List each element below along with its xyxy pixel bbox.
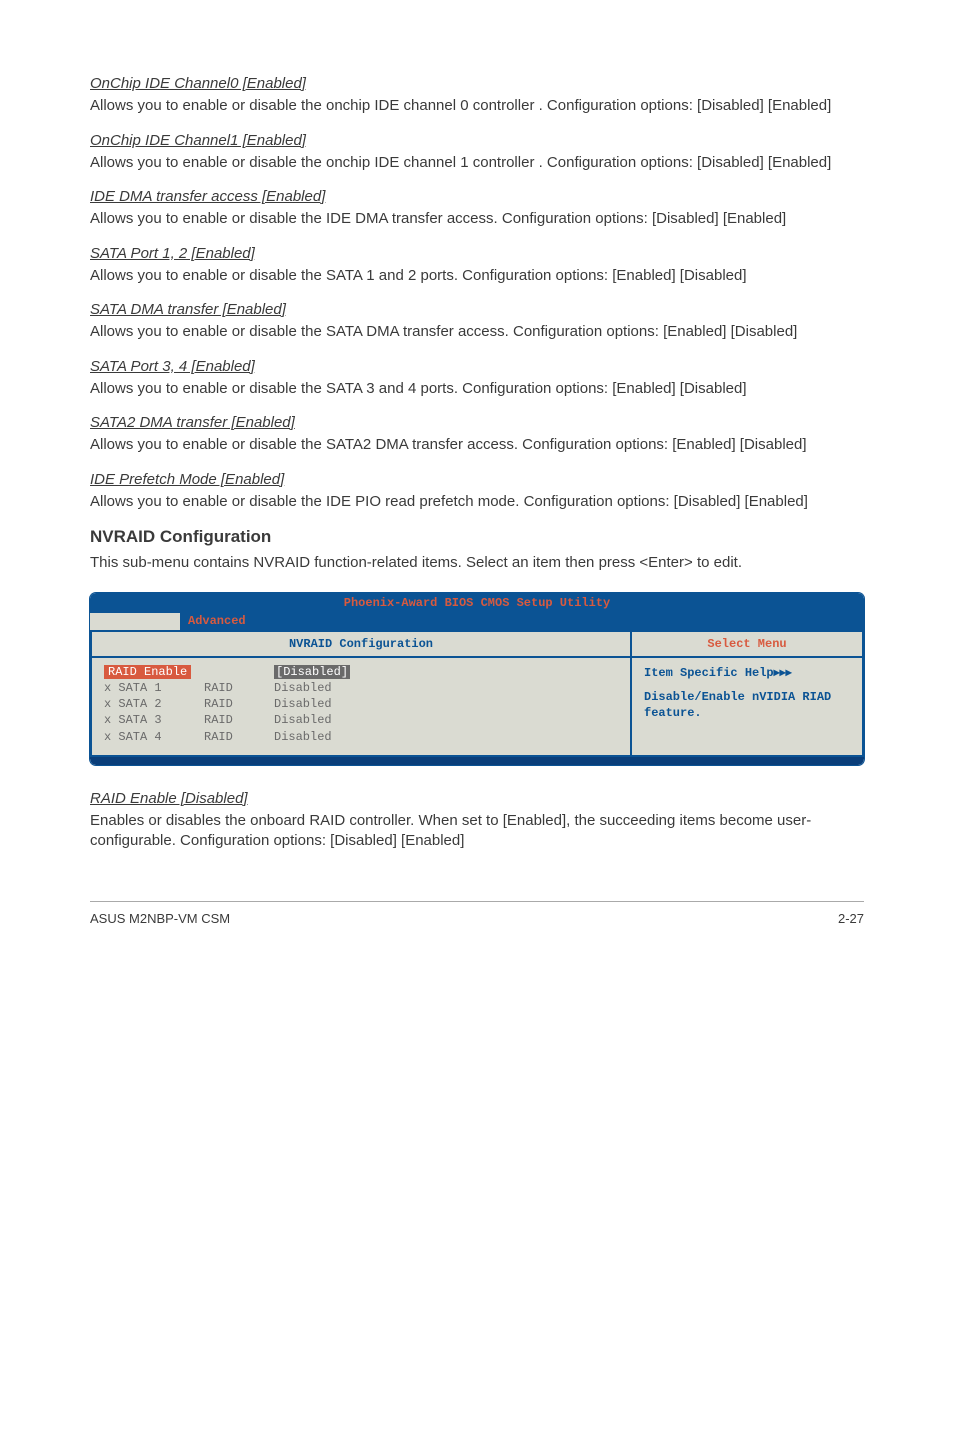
ide-prefetch-mode-body: Allows you to enable or disable the IDE …: [90, 492, 864, 512]
raid-enable-body: Enables or disables the onboard RAID con…: [90, 811, 864, 852]
bios-row-sata2-col3: Disabled: [274, 696, 434, 712]
bios-row-sata2-col1: x SATA 2: [104, 696, 204, 712]
sata-port-1-2-body: Allows you to enable or disable the SATA…: [90, 266, 864, 286]
bios-row-sata4-col3: Disabled: [274, 729, 434, 745]
raid-enable-label: RAID Enable: [104, 665, 191, 679]
bios-row-sata4-col2: RAID: [204, 729, 274, 745]
onchip-ide-channel0-body: Allows you to enable or disable the onch…: [90, 96, 864, 116]
onchip-ide-channel0-title: OnChip IDE Channel0 [Enabled]: [90, 74, 864, 94]
nvraid-configuration-intro: This sub-menu contains NVRAID function-r…: [90, 553, 864, 573]
ide-dma-transfer-title: IDE DMA transfer access [Enabled]: [90, 187, 864, 207]
sata2-dma-transfer-title: SATA2 DMA transfer [Enabled]: [90, 413, 864, 433]
bios-row-sata3-col2: RAID: [204, 712, 274, 728]
bios-tab-rest: [254, 613, 864, 629]
bios-row-sata2-col2: RAID: [204, 696, 274, 712]
bios-help-title: Item Specific Help: [644, 666, 774, 680]
bios-tab-advanced: Advanced: [180, 613, 254, 629]
bios-row-sata2: x SATA 2 RAID Disabled: [104, 696, 618, 712]
bios-setup-figure: Phoenix-Award BIOS CMOS Setup Utility Ad…: [90, 593, 864, 765]
onchip-ide-channel1-title: OnChip IDE Channel1 [Enabled]: [90, 131, 864, 151]
sata2-dma-transfer-body: Allows you to enable or disable the SATA…: [90, 435, 864, 455]
sata-dma-transfer-title: SATA DMA transfer [Enabled]: [90, 300, 864, 320]
arrow-right-icon: ▸▸▸: [774, 665, 792, 679]
nvraid-configuration-heading: NVRAID Configuration: [90, 526, 864, 549]
bios-row-sata3: x SATA 3 RAID Disabled: [104, 712, 618, 728]
bios-right-pane: Select Menu Item Specific Help▸▸▸ Disabl…: [632, 630, 864, 757]
bios-row-sata1: x SATA 1 RAID Disabled: [104, 680, 618, 696]
raid-enable-title: RAID Enable [Disabled]: [90, 789, 864, 809]
bios-row-sata1-col1: x SATA 1: [104, 680, 204, 696]
bios-row-sata1-col3: Disabled: [274, 680, 434, 696]
bios-row-sata3-col1: x SATA 3: [104, 712, 204, 728]
bios-tab-row: Advanced: [90, 613, 864, 629]
sata-port-3-4-title: SATA Port 3, 4 [Enabled]: [90, 357, 864, 377]
footer-page-number: 2-27: [838, 910, 864, 928]
ide-dma-transfer-body: Allows you to enable or disable the IDE …: [90, 209, 864, 229]
bios-help-title-row: Item Specific Help▸▸▸: [644, 664, 850, 681]
bios-left-title: NVRAID Configuration: [92, 632, 630, 658]
bios-help-body: Disable/Enable nVIDIA RIAD feature.: [644, 689, 850, 721]
ide-prefetch-mode-title: IDE Prefetch Mode [Enabled]: [90, 470, 864, 490]
bios-banner-text: Phoenix-Award BIOS CMOS Setup Utility: [344, 596, 610, 610]
bios-row-sata3-col3: Disabled: [274, 712, 434, 728]
bios-right-title: Select Menu: [632, 632, 862, 658]
bios-banner: Phoenix-Award BIOS CMOS Setup Utility: [90, 593, 864, 613]
bios-row-sata4: x SATA 4 RAID Disabled: [104, 729, 618, 745]
bios-bottom-bar: [90, 757, 864, 765]
bios-tab-spacer: [90, 613, 180, 629]
bios-row-sata1-col2: RAID: [204, 680, 274, 696]
sata-port-3-4-body: Allows you to enable or disable the SATA…: [90, 379, 864, 399]
bios-left-pane: NVRAID Configuration RAID Enable Disable…: [90, 630, 632, 757]
raid-enable-value: Disabled: [274, 665, 350, 679]
page-footer: ASUS M2NBP-VM CSM 2-27: [90, 901, 864, 928]
sata-dma-transfer-body: Allows you to enable or disable the SATA…: [90, 322, 864, 342]
bios-row-sata4-col1: x SATA 4: [104, 729, 204, 745]
onchip-ide-channel1-body: Allows you to enable or disable the onch…: [90, 153, 864, 173]
bios-row-selected-spacer: [204, 664, 274, 680]
footer-product: ASUS M2NBP-VM CSM: [90, 910, 230, 928]
sata-port-1-2-title: SATA Port 1, 2 [Enabled]: [90, 244, 864, 264]
bios-row-selected: RAID Enable Disabled: [104, 664, 618, 680]
